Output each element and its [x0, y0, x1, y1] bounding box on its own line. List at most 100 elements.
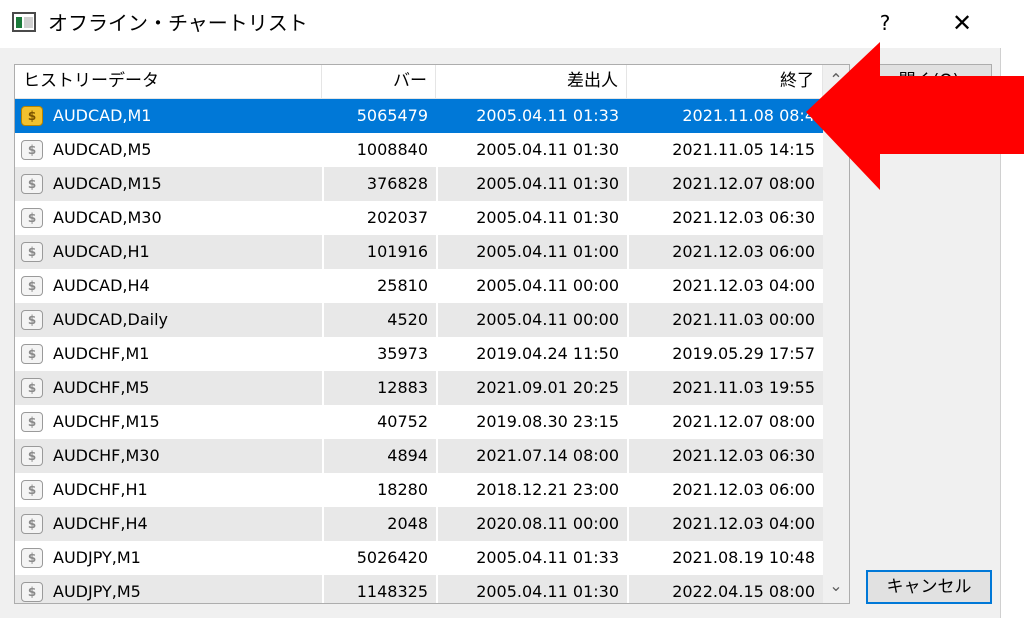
column-header-to[interactable]: 終了: [627, 65, 823, 98]
row-symbol: AUDJPY,M5: [15, 575, 322, 603]
table-row[interactable]: AUDJPY,M1 5026420 2005.04.11 01:33 2021.08.…: [15, 541, 823, 575]
title-bar: オフライン・チャートリスト ? ✕: [0, 0, 1024, 48]
table-row[interactable]: AUDCHF,H1 18280 2018.12.21 23:00 2021.12.03…: [15, 473, 823, 507]
dollar-coin-icon: $: [21, 208, 43, 228]
dollar-coin-icon: $: [21, 446, 43, 466]
row-to: 2021.12.03 04:00: [627, 269, 823, 303]
table-row[interactable]: AUDCAD,M30 202037 2005.04.11 01:30 2021.12.…: [15, 201, 823, 235]
table-row[interactable]: AUDJPY,M5 1148325 2005.04.11 01:30 2022.04.…: [15, 575, 823, 603]
dollar-coin-icon: $: [21, 174, 43, 194]
history-data-list[interactable]: ヒストリーデータ バー 差出人 終了 AUDCAD,M1 5065479 2005.…: [14, 64, 850, 604]
row-to: 2021.12.03 06:30: [627, 201, 823, 235]
row-to: 2019.05.29 17:57: [627, 337, 823, 371]
row-to: 2021.12.07 08:00: [627, 167, 823, 201]
row-from: 2005.04.11 01:33: [436, 99, 627, 133]
column-header-from[interactable]: 差出人: [436, 65, 627, 98]
row-from: 2019.04.24 11:50: [436, 337, 627, 371]
row-to: 2021.11.03 00:00: [627, 303, 823, 337]
row-bars: 202037: [322, 201, 436, 235]
row-symbol: AUDCHF,M5: [15, 371, 322, 405]
table-row[interactable]: AUDCHF,M1 35973 2019.04.24 11:50 2019.05.29…: [15, 337, 823, 371]
dollar-coin-icon: $: [21, 140, 43, 160]
row-from: 2005.04.11 01:30: [436, 201, 627, 235]
dollar-coin-icon: $: [21, 582, 43, 602]
row-symbol: AUDCHF,M30: [15, 439, 322, 473]
table-row[interactable]: AUDCHF,M15 40752 2019.08.30 23:15 2021.12.0…: [15, 405, 823, 439]
row-from: 2005.04.11 01:33: [436, 541, 627, 575]
row-to: 2021.12.03 06:30: [627, 439, 823, 473]
table-row[interactable]: AUDCAD,M1 5065479 2005.04.11 01:33 2021.11.…: [15, 99, 823, 133]
row-to: 2022.04.15 08:00: [627, 575, 823, 603]
row-symbol: AUDCAD,M30: [15, 201, 322, 235]
row-from: 2021.09.01 20:25: [436, 371, 627, 405]
row-symbol: AUDCAD,H1: [15, 235, 322, 269]
red-arrow-shape: [806, 42, 1024, 190]
red-arrow-annotation: [806, 42, 1024, 190]
row-bars: 4894: [322, 439, 436, 473]
dollar-coin-icon: $: [21, 378, 43, 398]
help-button[interactable]: ?: [870, 8, 900, 38]
dollar-coin-icon: $: [21, 106, 43, 126]
row-symbol: AUDCHF,H1: [15, 473, 322, 507]
row-to: 2021.11.05 14:15: [627, 133, 823, 167]
row-symbol: AUDCAD,M1: [15, 99, 322, 133]
dollar-coin-icon: $: [21, 514, 43, 534]
row-from: 2005.04.11 01:00: [436, 235, 627, 269]
row-bars: 4520: [322, 303, 436, 337]
chart-window-icon: [12, 12, 36, 32]
dollar-coin-icon: $: [21, 480, 43, 500]
row-bars: 376828: [322, 167, 436, 201]
cancel-button[interactable]: キャンセル: [866, 570, 992, 604]
list-header: ヒストリーデータ バー 差出人 終了: [15, 65, 823, 99]
row-bars: 12883: [322, 371, 436, 405]
table-row[interactable]: AUDCAD,Daily 4520 2005.04.11 00:00 2021.11.…: [15, 303, 823, 337]
row-bars: 1148325: [322, 575, 436, 603]
row-from: 2005.04.11 00:00: [436, 269, 627, 303]
table-row[interactable]: AUDCHF,H4 2048 2020.08.11 00:00 2021.12.03 …: [15, 507, 823, 541]
row-to: 2021.11.03 19:55: [627, 371, 823, 405]
row-symbol: AUDCAD,M15: [15, 167, 322, 201]
table-row[interactable]: AUDCAD,M5 1008840 2005.04.11 01:30 2021.11.…: [15, 133, 823, 167]
row-to: 2021.12.03 06:00: [627, 235, 823, 269]
window-title: オフライン・チャートリスト: [48, 11, 308, 35]
row-from: 2021.07.14 08:00: [436, 439, 627, 473]
row-from: 2005.04.11 01:30: [436, 133, 627, 167]
scroll-down-icon[interactable]: ⌄: [823, 571, 849, 601]
dollar-coin-icon: $: [21, 412, 43, 432]
row-to: 2021.12.07 08:00: [627, 405, 823, 439]
row-bars: 35973: [322, 337, 436, 371]
row-symbol: AUDCHF,M15: [15, 405, 322, 439]
row-from: 2019.08.30 23:15: [436, 405, 627, 439]
row-from: 2005.04.11 01:30: [436, 575, 627, 603]
column-header-history-data[interactable]: ヒストリーデータ: [15, 65, 322, 98]
row-bars: 25810: [322, 269, 436, 303]
dollar-coin-icon: $: [21, 548, 43, 568]
column-header-bars[interactable]: バー: [322, 65, 436, 98]
dollar-coin-icon: $: [21, 344, 43, 364]
row-symbol: AUDCAD,M5: [15, 133, 322, 167]
table-row[interactable]: AUDCHF,M5 12883 2021.09.01 20:25 2021.11.03…: [15, 371, 823, 405]
row-bars: 101916: [322, 235, 436, 269]
row-from: 2018.12.21 23:00: [436, 473, 627, 507]
row-to: 2021.11.08 08:4: [627, 99, 823, 133]
row-from: 2005.04.11 00:00: [436, 303, 627, 337]
table-row[interactable]: AUDCAD,H4 25810 2005.04.11 00:00 2021.12.03…: [15, 269, 823, 303]
table-row[interactable]: AUDCAD,H1 101916 2005.04.11 01:00 2021.12.0…: [15, 235, 823, 269]
row-bars: 2048: [322, 507, 436, 541]
row-from: 2020.08.11 00:00: [436, 507, 627, 541]
row-symbol: AUDCAD,H4: [15, 269, 322, 303]
row-from: 2005.04.11 01:30: [436, 167, 627, 201]
row-to: 2021.12.03 06:00: [627, 473, 823, 507]
list-rows: AUDCAD,M1 5065479 2005.04.11 01:33 2021.11.…: [15, 99, 823, 603]
table-row[interactable]: AUDCHF,M30 4894 2021.07.14 08:00 2021.12.03…: [15, 439, 823, 473]
row-bars: 5065479: [322, 99, 436, 133]
close-button[interactable]: ✕: [944, 6, 980, 40]
row-symbol: AUDJPY,M1: [15, 541, 322, 575]
row-symbol: AUDCHF,H4: [15, 507, 322, 541]
row-symbol: AUDCAD,Daily: [15, 303, 322, 337]
row-bars: 1008840: [322, 133, 436, 167]
table-row[interactable]: AUDCAD,M15 376828 2005.04.11 01:30 2021.12.…: [15, 167, 823, 201]
row-to: 2021.08.19 10:48: [627, 541, 823, 575]
dollar-coin-icon: $: [21, 310, 43, 330]
row-bars: 18280: [322, 473, 436, 507]
